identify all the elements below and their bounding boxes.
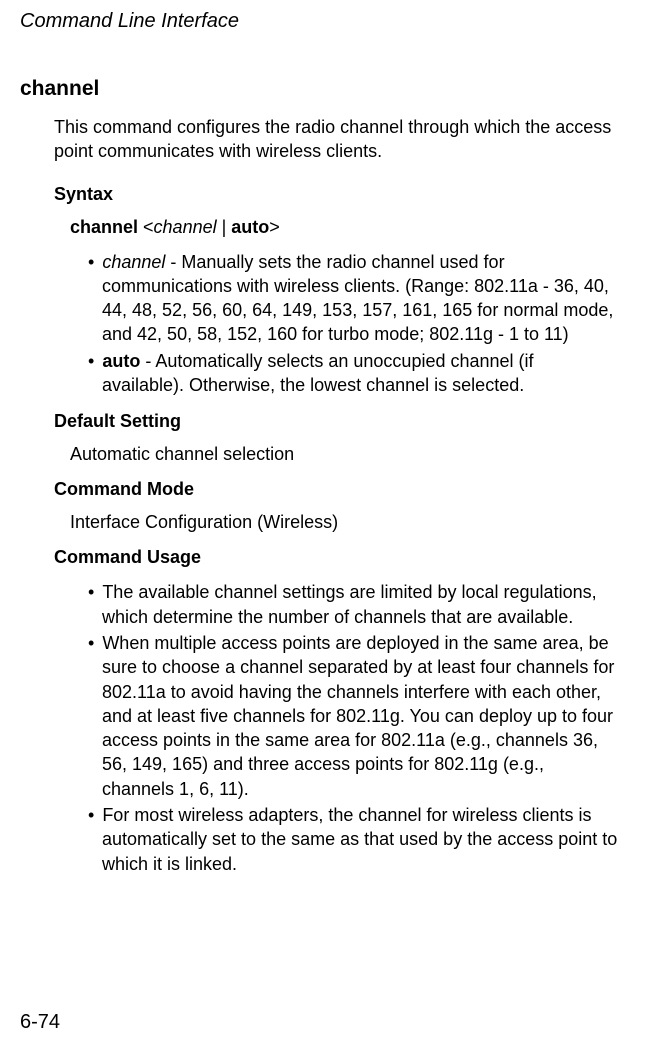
page-container: Command Line Interface channel This comm… <box>0 0 650 1052</box>
list-item: auto - Automatically selects an unoccupi… <box>88 349 620 398</box>
syntax-auto: auto <box>231 217 269 237</box>
list-item: For most wireless adapters, the channel … <box>88 803 620 876</box>
syntax-pipe: | <box>217 217 232 237</box>
usage-text: For most wireless adapters, the channel … <box>102 805 617 874</box>
list-item: When multiple access points are deployed… <box>88 631 620 801</box>
option-desc: - Automatically selects an unoccupied ch… <box>102 351 534 395</box>
page-header: Command Line Interface <box>20 10 620 33</box>
intro-paragraph: This command configures the radio channe… <box>54 115 620 164</box>
syntax-heading: Syntax <box>54 184 620 205</box>
syntax-options-list: channel - Manually sets the radio channe… <box>88 250 620 398</box>
syntax-command: channel <box>70 217 138 237</box>
usage-text: When multiple access points are deployed… <box>102 633 614 799</box>
command-usage-list: The available channel settings are limit… <box>88 580 620 876</box>
syntax-line: channel <channel | auto> <box>70 217 620 238</box>
command-mode-value: Interface Configuration (Wireless) <box>70 512 620 533</box>
default-setting-heading: Default Setting <box>54 411 620 432</box>
default-setting-value: Automatic channel selection <box>70 444 620 465</box>
syntax-gt: > <box>269 217 280 237</box>
list-item: The available channel settings are limit… <box>88 580 620 629</box>
command-title: channel <box>20 77 620 101</box>
option-desc: - Manually sets the radio channel used f… <box>102 252 613 345</box>
list-item: channel - Manually sets the radio channe… <box>88 250 620 347</box>
syntax-lt: < <box>138 217 154 237</box>
usage-text: The available channel settings are limit… <box>102 582 597 626</box>
command-usage-heading: Command Usage <box>54 547 620 568</box>
command-mode-heading: Command Mode <box>54 479 620 500</box>
page-number: 6-74 <box>20 1011 60 1034</box>
syntax-param: channel <box>154 217 217 237</box>
option-term: channel <box>102 252 165 272</box>
option-term: auto <box>102 351 140 371</box>
